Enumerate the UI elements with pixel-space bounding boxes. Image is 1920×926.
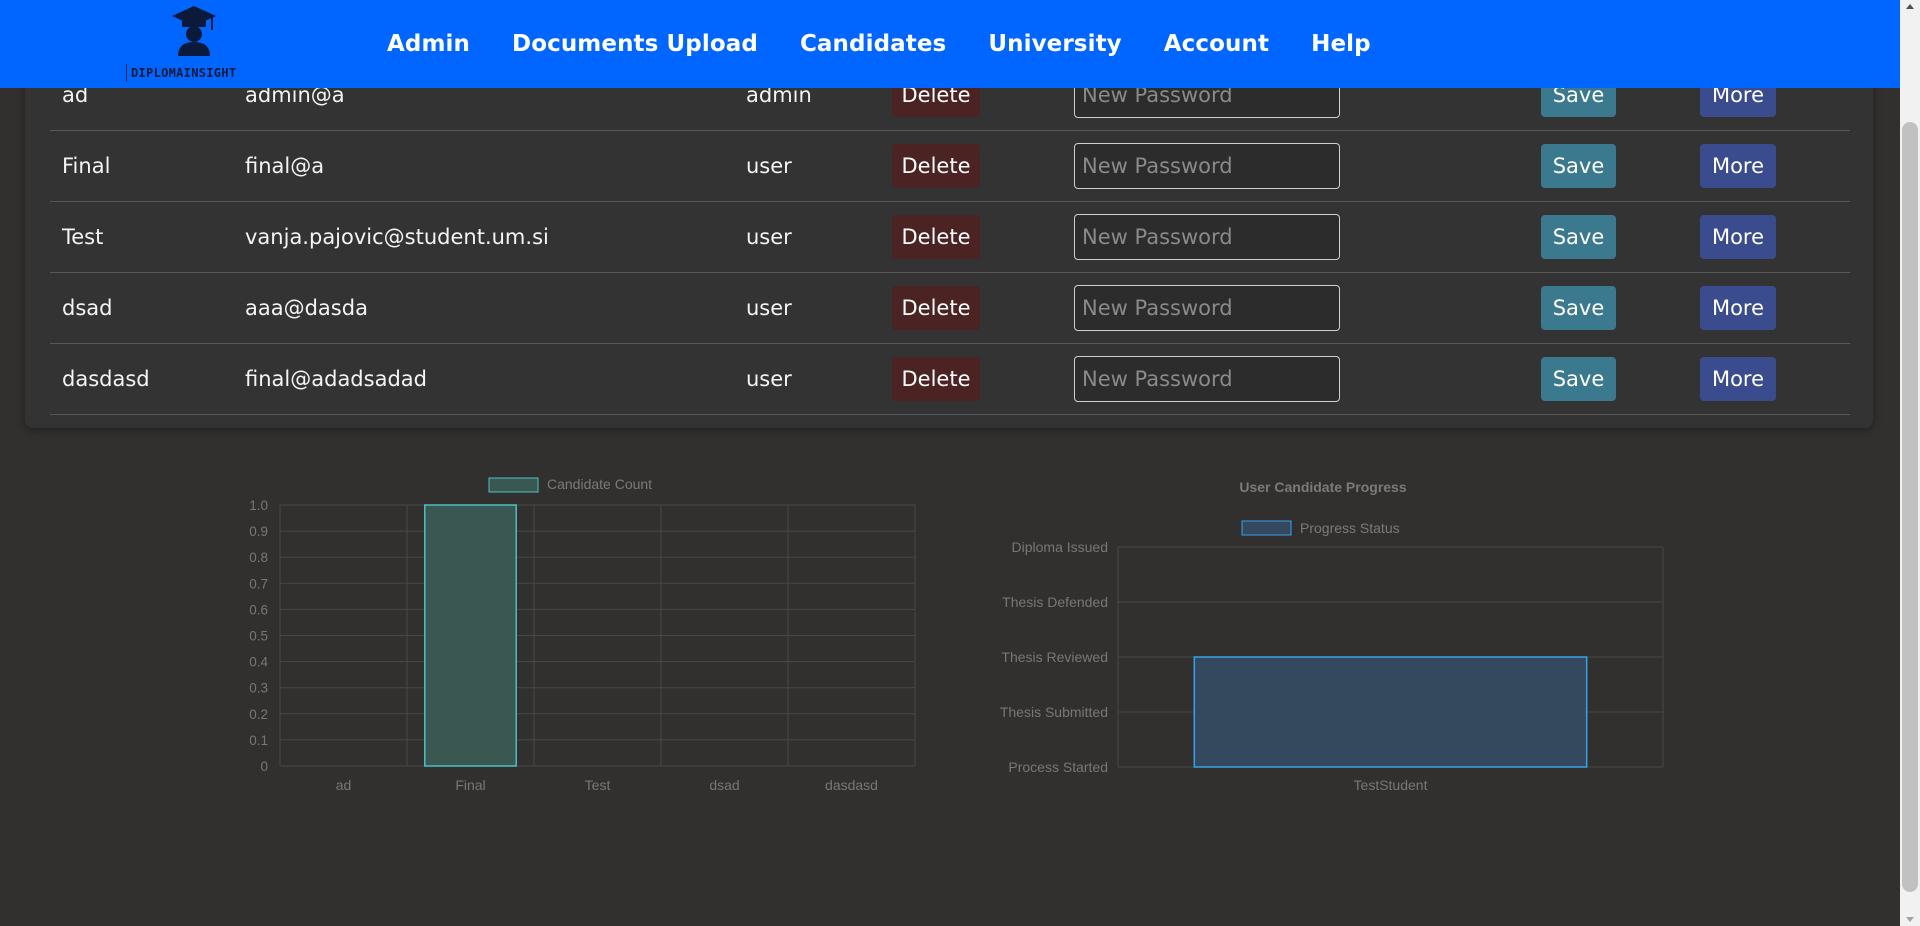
y-tick-label: 0.2	[249, 707, 268, 722]
bar	[1193, 656, 1588, 768]
delete-button[interactable]: Delete	[892, 357, 980, 401]
nav-account[interactable]: Account	[1164, 31, 1269, 57]
y-tick-label: Thesis Submitted	[1000, 704, 1108, 720]
x-tick-label: dasdasd	[825, 777, 878, 793]
user-name: dsad	[62, 296, 113, 320]
y-tick-label: 0.5	[249, 629, 268, 644]
more-button[interactable]: More	[1700, 144, 1776, 188]
legend-swatch	[1241, 520, 1292, 536]
user-role: user	[746, 154, 792, 178]
y-tick-label: 0.6	[249, 602, 268, 617]
y-tick-label: Diploma Issued	[1012, 539, 1109, 555]
save-button[interactable]: Save	[1541, 286, 1616, 330]
user-role: user	[746, 225, 792, 249]
new-password-input[interactable]	[1074, 214, 1340, 260]
navbar: DIPLOMAINSIGHT Admin Documents Upload Ca…	[0, 0, 1900, 88]
graduate-cap-icon	[172, 6, 216, 56]
scroll-down-arrow-icon[interactable]	[1906, 917, 1914, 922]
candidate-count-chart: Candidate Count 1.0 0.9 0.8 0.7 0.6 0.5 0.4 0.3 0…	[249, 476, 916, 793]
x-tick-label: Test	[585, 777, 611, 793]
nav-university[interactable]: University	[988, 31, 1121, 57]
delete-button[interactable]: Delete	[892, 215, 980, 259]
y-tick-label: 0.9	[249, 524, 268, 539]
scrollbar-thumb[interactable]	[1902, 122, 1918, 892]
save-button[interactable]: Save	[1541, 215, 1616, 259]
user-role: user	[746, 296, 792, 320]
table-row: dasdasd final@adadsadad user Delete Save…	[50, 344, 1850, 415]
logo-text: DIPLOMAINSIGHT	[126, 64, 262, 82]
y-tick-label: Thesis Defended	[1002, 594, 1108, 610]
legend-label: Candidate Count	[547, 476, 652, 492]
table-row: Test vanja.pajovic@student.um.si user De…	[50, 202, 1850, 273]
user-email: aaa@dasda	[245, 296, 368, 320]
main-nav: Admin Documents Upload Candidates Univer…	[387, 0, 1413, 88]
x-tick-label: Final	[455, 777, 485, 793]
y-tick-label: Process Started	[1008, 759, 1108, 775]
save-button[interactable]: Save	[1541, 357, 1616, 401]
logo[interactable]: DIPLOMAINSIGHT	[126, 2, 262, 82]
more-button[interactable]: More	[1700, 357, 1776, 401]
bar	[424, 504, 517, 767]
y-tick-label: 0.1	[249, 733, 268, 748]
delete-button[interactable]: Delete	[892, 144, 980, 188]
users-table: ad admin@a admin Delete Save More Final …	[50, 60, 1850, 415]
save-button[interactable]: Save	[1541, 144, 1616, 188]
y-tick-label: Thesis Reviewed	[1001, 649, 1108, 665]
nav-help[interactable]: Help	[1311, 31, 1371, 57]
user-email: final@a	[245, 154, 325, 178]
delete-button[interactable]: Delete	[892, 286, 980, 330]
y-tick-label: 0.4	[249, 655, 268, 670]
nav-documents-upload[interactable]: Documents Upload	[512, 31, 758, 57]
nav-admin[interactable]: Admin	[387, 31, 470, 57]
x-tick-label: TestStudent	[1354, 777, 1428, 793]
new-password-input[interactable]	[1074, 356, 1340, 402]
user-email: final@adadsadad	[245, 367, 427, 391]
user-name: Final	[62, 154, 111, 178]
scroll-up-arrow-icon[interactable]	[1906, 4, 1914, 9]
table-row: Final final@a user Delete Save More	[50, 131, 1850, 202]
x-tick-label: dsad	[709, 777, 739, 793]
y-tick-label: 1.0	[249, 498, 268, 513]
new-password-input[interactable]	[1074, 285, 1340, 331]
table-row: dsad aaa@dasda user Delete Save More	[50, 273, 1850, 344]
legend-swatch	[488, 477, 539, 493]
user-name: dasdasd	[62, 367, 150, 391]
more-button[interactable]: More	[1700, 215, 1776, 259]
user-name: Test	[62, 225, 104, 249]
y-tick-label: 0.3	[249, 681, 268, 696]
more-button[interactable]: More	[1700, 286, 1776, 330]
legend-label: Progress Status	[1300, 520, 1400, 536]
y-tick-label: 0.7	[249, 576, 268, 591]
x-tick-label: ad	[336, 777, 352, 793]
y-tick-label: 0	[260, 759, 268, 774]
new-password-input[interactable]	[1074, 143, 1340, 189]
nav-candidates[interactable]: Candidates	[800, 31, 946, 57]
user-candidate-progress-chart: User Candidate Progress Progress Status Di…	[1000, 479, 1664, 793]
y-tick-label: 0.8	[249, 550, 268, 565]
chart-title: User Candidate Progress	[1239, 479, 1406, 495]
users-card: ad admin@a admin Delete Save More Final …	[25, 60, 1873, 428]
scrollbar[interactable]	[1900, 0, 1920, 926]
user-email: vanja.pajovic@student.um.si	[245, 225, 549, 249]
user-role: user	[746, 367, 792, 391]
